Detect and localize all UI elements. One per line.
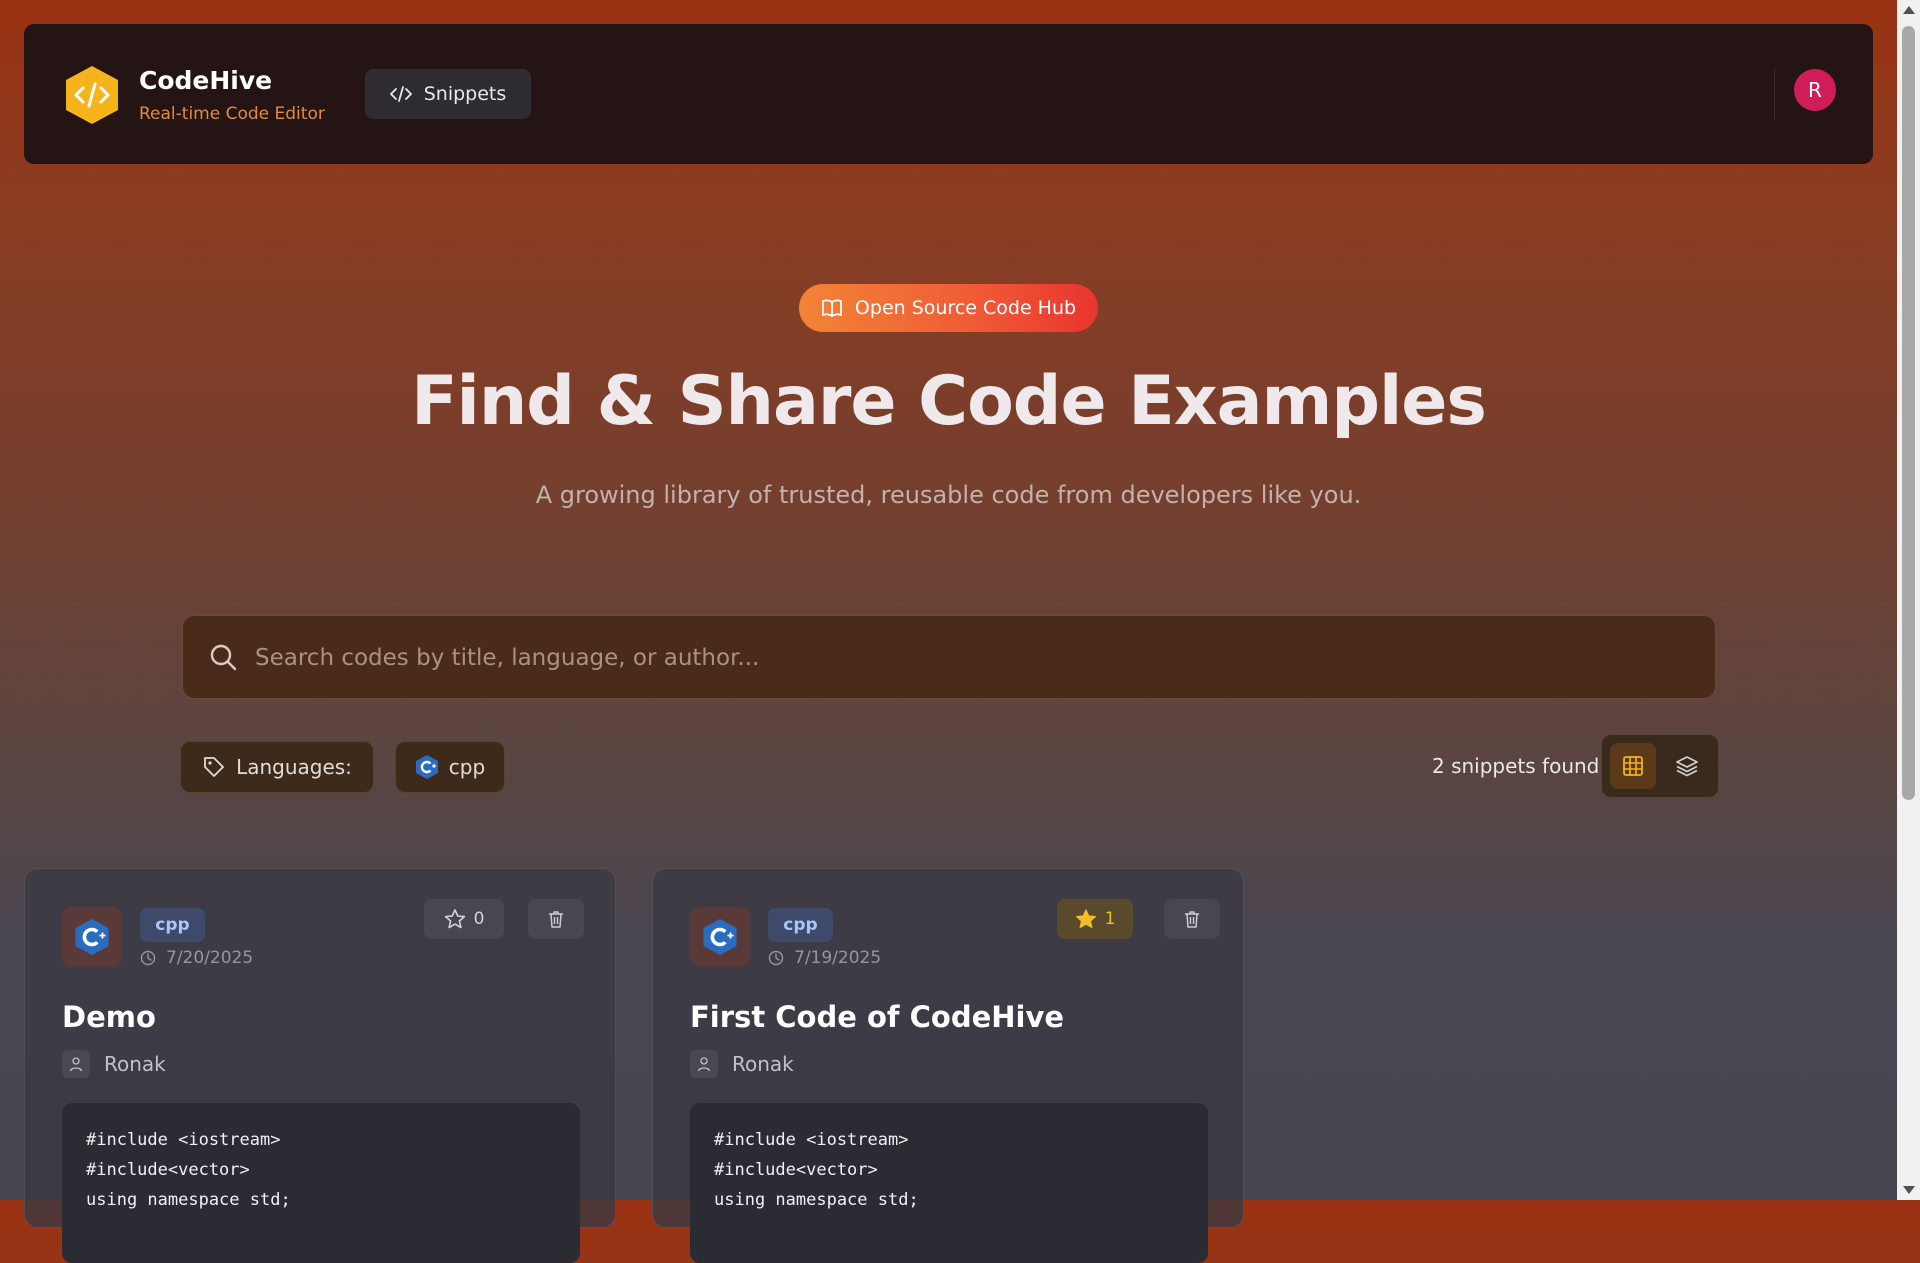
layers-view-button[interactable] [1664, 743, 1710, 789]
cpp-logo-icon [703, 919, 737, 955]
star-count: 1 [1104, 909, 1116, 929]
app-header: CodeHive Real-time Code Editor Snippets … [24, 24, 1873, 164]
language-tag: cpp [140, 908, 205, 942]
search-bar [182, 615, 1716, 700]
user-icon [62, 1050, 90, 1078]
trash-icon [549, 911, 563, 928]
star-outline-icon [444, 909, 465, 929]
delete-button[interactable] [1164, 899, 1220, 939]
user-icon [690, 1050, 718, 1078]
star-filled-icon [1075, 909, 1096, 929]
code-preview: #include <iostream> #include<vector> usi… [690, 1103, 1208, 1263]
language-chip-label: cpp [448, 755, 486, 779]
scroll-up-arrow-icon[interactable] [1903, 6, 1915, 14]
language-tag: cpp [768, 908, 833, 942]
card-title[interactable]: Demo [62, 1000, 156, 1034]
languages-label: Languages: [236, 755, 352, 779]
card-author: Ronak [62, 1050, 166, 1078]
layers-icon [1676, 756, 1698, 777]
open-source-badge: Open Source Code Hub [799, 284, 1098, 332]
language-chip-cpp[interactable]: cpp [395, 741, 505, 793]
codehive-logo-icon[interactable] [64, 64, 120, 126]
card-language-logo [690, 907, 750, 967]
page-scrollbar[interactable] [1897, 0, 1920, 1200]
search-icon [210, 644, 237, 671]
view-toggle [1601, 734, 1719, 798]
card-author-name: Ronak [732, 1052, 794, 1076]
page-subtitle: A growing library of trusted, reusable c… [535, 481, 1362, 509]
snippets-nav-label: Snippets [423, 83, 507, 105]
card-date-text: 7/20/2025 [166, 948, 254, 968]
star-count: 0 [473, 909, 485, 929]
languages-filter-label: Languages: [180, 741, 374, 793]
card-date: 7/19/2025 [768, 948, 881, 968]
code-preview: #include <iostream> #include<vector> usi… [62, 1103, 580, 1263]
star-button[interactable]: 1 [1057, 899, 1133, 939]
results-count: 2 snippets found [1432, 754, 1600, 778]
delete-button[interactable] [528, 899, 584, 939]
card-language-logo [62, 907, 122, 967]
page-title: Find & Share Code Examples [411, 362, 1487, 441]
scroll-down-arrow-icon[interactable] [1903, 1186, 1915, 1194]
code-icon [389, 86, 412, 102]
snippets-nav-button[interactable]: Snippets [365, 69, 531, 119]
clock-icon [768, 950, 784, 966]
book-open-icon [822, 299, 842, 317]
grid-view-button[interactable] [1610, 743, 1656, 789]
card-date-text: 7/19/2025 [794, 948, 882, 968]
tag-icon [204, 757, 224, 777]
card-date: 7/20/2025 [140, 948, 253, 968]
cpp-logo-icon [415, 755, 438, 779]
user-avatar[interactable]: R [1794, 69, 1836, 111]
snippet-card[interactable]: cpp 7/19/2025 1 First Code of CodeHive R… [652, 868, 1244, 1263]
scrollbar-thumb[interactable] [1902, 26, 1915, 800]
brand-name[interactable]: CodeHive [139, 66, 272, 95]
snippet-card[interactable]: cpp 7/20/2025 0 Demo Ronak #include <ios… [24, 868, 616, 1263]
cpp-logo-icon [75, 919, 109, 955]
clock-icon [140, 950, 156, 966]
search-input[interactable] [253, 616, 1687, 700]
open-source-badge-label: Open Source Code Hub [854, 297, 1077, 319]
card-author: Ronak [690, 1050, 794, 1078]
brand-subtitle: Real-time Code Editor [139, 104, 325, 124]
card-author-name: Ronak [104, 1052, 166, 1076]
grid-icon [1623, 756, 1643, 776]
header-divider [1774, 68, 1775, 120]
card-title[interactable]: First Code of CodeHive [690, 1000, 1064, 1034]
trash-icon [1185, 911, 1199, 928]
star-button[interactable]: 0 [424, 899, 504, 939]
